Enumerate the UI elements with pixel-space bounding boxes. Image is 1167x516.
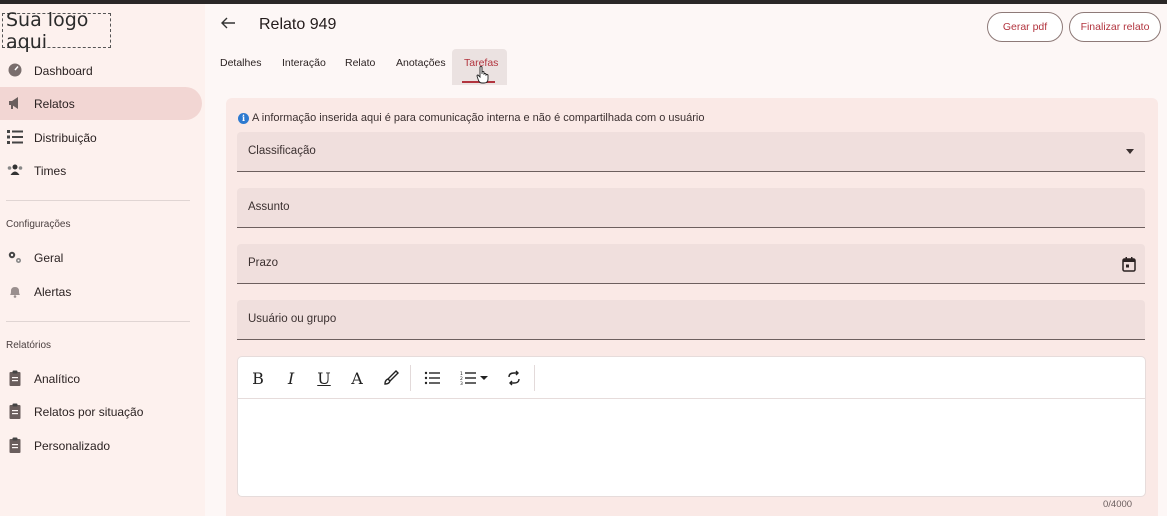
sidebar-divider xyxy=(6,200,190,201)
sidebar-item-relatos-por-situacao[interactable]: Relatos por situação xyxy=(0,395,202,428)
sidebar-item-label: Relatos por situação xyxy=(34,404,144,419)
clipboard-icon xyxy=(9,403,21,419)
sidebar-item-personalizado[interactable]: Personalizado xyxy=(0,429,202,462)
editor-content-area[interactable] xyxy=(238,399,1145,496)
underline-button[interactable]: U xyxy=(316,367,332,389)
brush-icon xyxy=(384,370,399,385)
sidebar-item-alertas[interactable]: Alertas xyxy=(0,275,202,308)
deadline-field[interactable]: Prazo xyxy=(237,244,1145,284)
section-label-configuracoes: Configurações xyxy=(6,219,71,230)
clipboard-icon xyxy=(9,370,21,386)
sidebar-item-distribuicao[interactable]: Distribuição xyxy=(0,121,202,154)
bold-button[interactable]: B xyxy=(250,367,266,389)
sidebar-item-label: Analítico xyxy=(34,371,81,386)
gears-icon xyxy=(8,251,21,263)
sidebar-item-label: Distribuição xyxy=(34,130,97,145)
info-text: A informação inserida aqui é para comuni… xyxy=(252,112,705,124)
sidebar-item-label: Personalizado xyxy=(34,438,111,453)
info-icon: i xyxy=(238,112,249,124)
chevron-down-icon xyxy=(1126,149,1134,154)
user-group-label: Usuário ou grupo xyxy=(248,313,337,325)
sidebar-divider xyxy=(6,321,190,322)
deadline-label: Prazo xyxy=(248,257,279,269)
sidebar-item-dashboard[interactable]: Dashboard xyxy=(0,54,202,87)
swap-icon xyxy=(508,370,520,386)
section-label-relatorios: Relatórios xyxy=(6,340,52,351)
hand-cursor-icon xyxy=(476,66,489,84)
tab-relato[interactable]: Relato xyxy=(345,57,375,69)
subject-field[interactable]: Assunto xyxy=(237,188,1145,228)
info-message: i A informação inserida aqui é para comu… xyxy=(238,112,705,124)
sidebar-item-label: Times xyxy=(34,163,67,178)
toolbar-separator xyxy=(534,365,535,391)
classification-select[interactable]: Classificação xyxy=(237,132,1145,172)
megaphone-icon xyxy=(9,97,18,109)
page-title: Relato 949 xyxy=(259,16,337,33)
gauge-icon xyxy=(8,63,22,77)
sidebar-item-geral[interactable]: Geral xyxy=(0,241,202,274)
rich-text-editor: B I U A 1 2 3 xyxy=(237,356,1146,497)
editor-toolbar: B I U A 1 2 3 xyxy=(238,357,1145,399)
team-icon xyxy=(7,164,23,175)
numbered-list-icon: 1 2 3 xyxy=(460,371,476,385)
subject-label: Assunto xyxy=(248,201,290,213)
generate-pdf-button[interactable]: Gerar pdf xyxy=(987,12,1063,42)
classification-label: Classificação xyxy=(248,145,316,157)
list-tree-icon xyxy=(7,130,23,144)
svg-text:3: 3 xyxy=(460,381,463,385)
logo: Sua logo aqui xyxy=(2,9,111,53)
user-group-field[interactable]: Usuário ou grupo xyxy=(237,300,1145,340)
sidebar-item-times[interactable]: Times xyxy=(0,154,202,187)
numbered-list-button[interactable]: 1 2 3 xyxy=(456,367,492,389)
tab-anotacoes[interactable]: Anotações xyxy=(396,57,446,69)
sidebar-item-relatos[interactable]: Relatos xyxy=(0,87,202,120)
sidebar-item-label: Alertas xyxy=(34,284,72,299)
sidebar-item-label: Relatos xyxy=(34,96,75,111)
bullet-list-icon xyxy=(424,371,440,385)
clipboard-icon xyxy=(9,437,21,453)
bell-icon xyxy=(10,287,20,298)
sidebar-item-analitico[interactable]: Analítico xyxy=(0,362,202,395)
italic-button[interactable]: I xyxy=(283,367,299,389)
finalize-report-button[interactable]: Finalizar relato xyxy=(1069,12,1161,42)
text-direction-button[interactable] xyxy=(504,367,524,389)
chevron-down-icon xyxy=(479,376,488,380)
bullet-list-button[interactable] xyxy=(422,367,442,389)
highlight-button[interactable] xyxy=(381,367,401,389)
tab-interacao[interactable]: Interação xyxy=(282,57,326,69)
calendar-icon[interactable] xyxy=(1121,256,1137,272)
sidebar-item-label: Dashboard xyxy=(34,63,93,78)
tab-detalhes[interactable]: Detalhes xyxy=(220,57,261,69)
sidebar-item-label: Geral xyxy=(34,250,64,265)
toolbar-separator xyxy=(410,365,411,391)
font-color-button[interactable]: A xyxy=(349,367,365,389)
character-counter: 0/4000 xyxy=(1103,499,1133,510)
back-arrow-icon[interactable] xyxy=(219,14,237,32)
